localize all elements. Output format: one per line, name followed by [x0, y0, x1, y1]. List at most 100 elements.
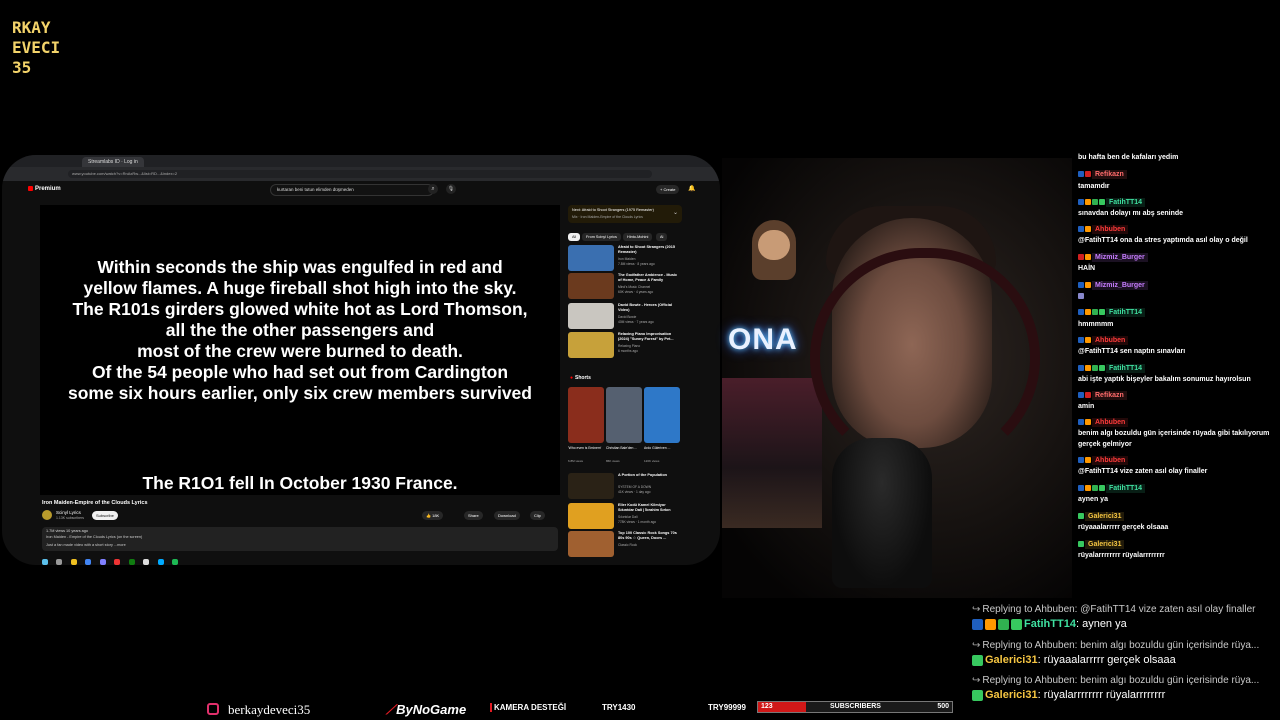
address-bar: www.youtube.com/watch?v=RnAxRw...&list=R…	[2, 167, 720, 181]
chat-badge-icon: #1f5fbf	[1078, 419, 1084, 426]
donation-goal: TRY99999	[708, 703, 746, 712]
short-thumbnail[interactable]	[568, 387, 604, 443]
create-button[interactable]: + Create	[656, 185, 680, 194]
reply-username[interactable]: FatihTT14	[1024, 618, 1076, 630]
rec-title: David Bowie - Heroes (Official Video)	[618, 303, 673, 312]
taskbar-icon[interactable]	[114, 559, 121, 565]
up-next-title: Next: Afraid to Shoot Strangers (1975 Re…	[572, 208, 654, 212]
taskbar-icon[interactable]	[42, 559, 48, 565]
taskbar	[42, 552, 182, 565]
video-thumbnail[interactable]	[568, 531, 614, 557]
lyric-line: Within seconds the ship was engulfed in …	[97, 257, 503, 277]
short-thumbnail[interactable]	[644, 387, 680, 443]
chat-badge-icon: #37c85f	[1099, 199, 1105, 206]
browser-window: Streamlabs ID · Log in www.youtube.com/w…	[2, 155, 720, 565]
bell-icon[interactable]: 🔔	[688, 185, 695, 192]
chat-username[interactable]: Refikazn	[1092, 170, 1127, 179]
recommended-video[interactable]: A Portion of the Population SYSTEM OF A …	[568, 473, 684, 501]
chat-username[interactable]: Mizmiz_Burger	[1092, 253, 1148, 262]
search-input[interactable]: kurtaran beni tutun elimden düşmeden	[270, 184, 434, 196]
microphone-icon[interactable]: 🎙	[446, 184, 456, 194]
chat-text: tamamdır	[1078, 183, 1110, 190]
taskbar-icon[interactable]	[128, 559, 135, 565]
video-thumbnail[interactable]	[568, 332, 614, 358]
video-thumbnail[interactable]	[568, 273, 614, 299]
view-count: 1.7M views 10 years ago	[46, 529, 88, 533]
recommended-video[interactable]: Top 100 Classic Rock Songs 70s 80s 90s ☆…	[568, 531, 684, 559]
video-thumbnail[interactable]	[568, 503, 614, 529]
chat-message: HAİN	[1078, 264, 1095, 273]
like-button[interactable]: 👍 18K	[422, 511, 444, 520]
chat-username[interactable]: FatihTT14	[1106, 364, 1146, 373]
rec-channel: Sıkıntılar Dali	[618, 515, 638, 519]
video-player[interactable]: Within seconds the ship was engulfed in …	[40, 205, 560, 495]
chat-text: @FatihTT14 vize zaten asıl olay finaller	[1078, 468, 1208, 475]
taskbar-icon[interactable]	[172, 559, 179, 565]
description-box[interactable]: 1.7M views 10 years ago Iron Maiden - Em…	[42, 527, 558, 551]
search-icon[interactable]: ⌕	[428, 184, 438, 194]
chat-badge-icon: #ff9800	[1085, 419, 1091, 426]
share-button[interactable]: Share	[464, 511, 483, 520]
chat-message: amin	[1078, 402, 1094, 411]
chat-message: #1f5fbf#ff9800#30b050#37c85fFatihTT14	[1078, 308, 1146, 317]
short-thumbnail[interactable]	[606, 387, 642, 443]
chat-username[interactable]: Mizmiz_Burger	[1092, 281, 1148, 290]
chat-username[interactable]: Ahbuben	[1092, 225, 1129, 234]
chip[interactable]: From Scinyl Lyrics	[582, 233, 621, 241]
description-more[interactable]: Just a fan made video with a short story…	[46, 543, 126, 547]
chip[interactable]: Al	[656, 233, 668, 241]
short-views: 120K views	[644, 459, 660, 463]
short-views: 86K views	[606, 459, 620, 463]
recommended-video[interactable]: David Bowie - Heroes (Official Video) Da…	[568, 303, 684, 331]
lyric-line: The R101s girders glowed white hot as Lo…	[72, 299, 528, 319]
up-next-panel[interactable]: Next: Afraid to Shoot Strangers (1975 Re…	[568, 205, 682, 223]
channel-name[interactable]: Scinyl Lyrics	[56, 510, 81, 515]
chat-username[interactable]: Ahbuben	[1092, 456, 1129, 465]
clip-button[interactable]: Clip	[530, 511, 545, 520]
chat-username[interactable]: FatihTT14	[1106, 198, 1146, 207]
chat-username[interactable]: Galerici31	[1085, 512, 1125, 521]
chat-badge-icon: #1f5fbf	[1078, 199, 1084, 206]
camera-support-label: KAMERA DESTEĞİ	[490, 703, 566, 712]
taskbar-icon[interactable]	[99, 559, 106, 565]
recommended-video[interactable]: The Godfather Ambience - Music of Home, …	[568, 273, 684, 301]
chat-badge-icon: #37c85f	[1099, 485, 1105, 492]
chat-username[interactable]: Refikazn	[1092, 391, 1127, 400]
subscribe-button[interactable]: Subscribe	[92, 511, 118, 520]
video-thumbnail[interactable]	[568, 245, 614, 271]
browser-tab[interactable]: Streamlabs ID · Log in	[82, 157, 144, 167]
reply-username[interactable]: Galerici31	[985, 654, 1038, 666]
download-button[interactable]: Download	[494, 511, 520, 520]
taskbar-icon[interactable]	[70, 559, 77, 565]
subscriber-label: SUBSCRIBERS	[830, 703, 881, 710]
chip[interactable]: Hinto-Mohini	[623, 233, 653, 241]
taskbar-icon[interactable]	[157, 559, 164, 565]
video-thumbnail[interactable]	[568, 303, 614, 329]
url-input[interactable]: www.youtube.com/watch?v=RnAxRw...&list=R…	[68, 170, 652, 178]
chat-username[interactable]: FatihTT14	[1106, 484, 1146, 493]
rec-views: 6 months ago	[618, 349, 638, 353]
taskbar-icon[interactable]	[143, 559, 150, 565]
youtube-logo[interactable]: Premium	[28, 186, 61, 192]
rec-title: A Portion of the Population	[618, 473, 668, 477]
video-thumbnail[interactable]	[568, 473, 614, 499]
channel-avatar[interactable]	[42, 510, 52, 520]
reply-arrow-icon: ↪	[972, 675, 981, 686]
chevron-down-icon[interactable]: ⌄	[673, 209, 678, 216]
neon-sign: ONA	[728, 323, 798, 356]
recommended-video[interactable]: Eller Kodü Kamel Kilmiyor Sıkıntılar Dal…	[568, 503, 684, 531]
recommended-video[interactable]: Afraid to Shoot Strangers (2015 Remaster…	[568, 245, 684, 273]
chat-username[interactable]: Ahbuben	[1092, 418, 1129, 427]
chat-badge-icon: #37c85f	[1078, 513, 1084, 520]
chat-username[interactable]: Ahbuben	[1092, 336, 1129, 345]
like-count: 18K	[432, 513, 440, 518]
chat-username[interactable]: FatihTT14	[1106, 308, 1146, 317]
chip-all[interactable]: All	[568, 233, 581, 241]
taskbar-icon[interactable]	[56, 559, 63, 565]
chat-username[interactable]: Galerici31	[1085, 540, 1125, 549]
logo-line: 35	[12, 58, 32, 77]
recommended-video[interactable]: Relaxing Piano Improvisation (2024) "Sun…	[568, 332, 684, 360]
taskbar-icon[interactable]	[85, 559, 92, 565]
chat-badge-icon: #1f5fbf	[1078, 457, 1084, 464]
chat-badge-icon: #1f5fbf	[1078, 392, 1084, 399]
